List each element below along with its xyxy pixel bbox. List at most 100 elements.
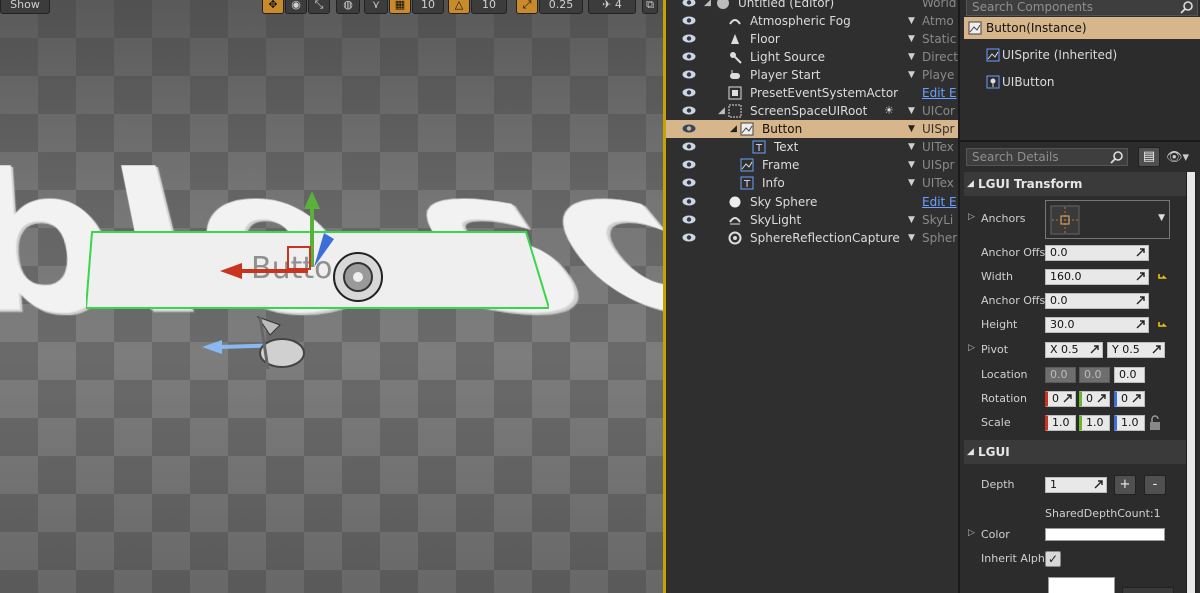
lgui-transform-section-header[interactable]: ◢ LGUI Transform [964,172,1188,196]
height-field[interactable]: 30.0 [1045,317,1149,333]
image-preview-thumbnail[interactable] [1048,577,1115,593]
search-components-input[interactable]: Search Components [966,0,1198,16]
scale-snap-icon[interactable]: ⤢ [516,0,538,14]
depth-decrease-button[interactable]: - [1144,475,1166,495]
lock-icon[interactable] [1149,415,1161,431]
scale-y-field[interactable]: 1.0 [1079,415,1110,431]
expand-arrow-icon[interactable]: ▷ [968,343,975,353]
outliner-row-screen-space-ui-root[interactable]: ◢ ScreenSpaceUIRoot ☀ ▼ UICor [666,102,958,120]
world-local-icon[interactable]: ◍ [336,0,360,14]
row-dropdown-arrow-icon[interactable]: ▼ [908,138,915,156]
grid-snap-value[interactable]: 10 [412,0,444,14]
camera-speed-button[interactable]: ✈ 4 [588,0,636,14]
show-button[interactable]: Show [0,0,50,14]
surface-snap-icon[interactable]: ⋎ [364,0,388,14]
row-dropdown-arrow-icon[interactable]: ▼ [908,156,915,174]
visibility-eye-icon[interactable] [682,16,696,25]
maximize-viewport-icon[interactable]: ⧉ [642,0,658,14]
outliner-row-sky-sphere[interactable]: Sky Sphere Edit E [666,193,958,211]
visibility-eye-icon[interactable] [682,0,696,7]
visibility-eye-icon[interactable] [682,233,696,242]
outliner-row-frame[interactable]: Frame ▼ UISpr [666,156,958,174]
visibility-eye-icon[interactable] [682,142,696,151]
reset-to-default-icon[interactable] [1157,272,1167,282]
rotation-snap-icon[interactable]: △ [448,0,470,14]
location-y-field[interactable]: 0.0 [1079,367,1110,383]
edit-blueprint-link[interactable]: Edit E [922,193,958,211]
outliner-row-skylight[interactable]: SkyLight ▼ SkyLi [666,211,958,229]
row-dropdown-arrow-icon[interactable]: ▼ [908,174,915,192]
outliner-row-player-start[interactable]: Player Start ▼ Playe [666,66,958,84]
collapse-arrow-icon[interactable]: ◢ [730,120,737,138]
visibility-eye-icon[interactable] [682,106,696,115]
rotation-z-field[interactable]: 0 [1114,391,1145,407]
details-scrollbar[interactable] [1186,172,1196,593]
rotation-snap-value[interactable]: 10 [471,0,507,14]
outliner-row-atmospheric-fog[interactable]: Atmospheric Fog ▼ Atmo [666,12,958,30]
scrollbar-thumb[interactable] [1187,172,1195,593]
color-swatch[interactable] [1045,528,1165,541]
reset-to-default-icon[interactable] [1157,320,1167,330]
component-uibutton[interactable]: UIButton [964,71,1200,93]
property-matrix-icon[interactable]: ▤ [1138,147,1160,167]
browse-button[interactable] [1122,587,1174,593]
inherit-alpha-checkbox[interactable]: ✓ [1045,551,1061,567]
row-dropdown-arrow-icon[interactable]: ▼ [908,12,915,30]
component-button-instance[interactable]: Button(Instance) [964,17,1200,39]
search-details-input[interactable]: Search Details [966,148,1128,166]
rotate-mode-icon[interactable]: ◉ [285,0,307,14]
scale-snap-value[interactable]: 0.25 [539,0,583,14]
visibility-eye-icon[interactable] [682,160,696,169]
scale-mode-icon[interactable]: ⤡ [308,0,330,14]
outliner-row-floor[interactable]: Floor ▼ Static [666,30,958,48]
outliner-row-world[interactable]: ◢ Untitled (Editor) World [666,0,958,12]
row-dropdown-arrow-icon[interactable]: ▼ [908,120,915,138]
pivot-x-field[interactable]: X 0.5 [1045,342,1103,358]
outliner-row-sphere-reflection-capture[interactable]: SphereReflectionCapture ▼ Spher [666,229,958,247]
level-viewport[interactable]: Show ✥ ◉ ⤡ ◍ ⋎ ▦ 10 △ 10 ⤢ 0.25 ✈ 4 ⧉ bl… [0,0,663,593]
visibility-eye-icon[interactable] [682,88,696,97]
view-options-eye-icon[interactable]: 👁▾ [1166,150,1189,165]
anchors-preset-picker[interactable]: ▼ [1045,200,1170,239]
row-dropdown-arrow-icon[interactable]: ▼ [908,102,915,120]
outliner-row-preset-event-system[interactable]: PresetEventSystemActor Edit E [666,84,958,102]
width-field[interactable]: 160.0 [1045,269,1149,285]
anchor-offset-y-field[interactable]: 0.0 [1045,293,1149,309]
visibility-eye-icon[interactable] [682,34,696,43]
component-uisprite-inherited[interactable]: UISprite (Inherited) [964,44,1200,66]
row-dropdown-arrow-icon[interactable]: ▼ [908,30,915,48]
visibility-eye-icon[interactable] [682,52,696,61]
location-z-field[interactable]: 0.0 [1114,367,1145,383]
edit-blueprint-link[interactable]: Edit E [922,84,958,102]
scale-x-field[interactable]: 1.0 [1045,415,1076,431]
visibility-eye-icon[interactable] [682,70,696,79]
visibility-eye-icon[interactable] [682,178,696,187]
visibility-eye-icon[interactable] [682,215,696,224]
row-dropdown-arrow-icon[interactable]: ▼ [908,66,915,84]
outliner-row-light-source[interactable]: Light Source ▼ Direct [666,48,958,66]
depth-increase-button[interactable]: + [1114,475,1136,495]
row-dropdown-arrow-icon[interactable]: ▼ [908,229,915,247]
lgui-section-header[interactable]: ◢ LGUI [964,440,1188,464]
collapse-arrow-icon[interactable]: ◢ [704,0,711,12]
pivot-y-field[interactable]: Y 0.5 [1107,342,1165,358]
translate-mode-icon[interactable]: ✥ [262,0,284,14]
scale-z-field[interactable]: 1.0 [1114,415,1145,431]
collapse-arrow-icon[interactable]: ◢ [718,102,725,120]
depth-field[interactable]: 1 [1045,477,1107,493]
outliner-row-button[interactable]: ◢ Button ▼ UISpr [666,120,958,138]
row-dropdown-arrow-icon[interactable]: ▼ [908,211,915,229]
visibility-eye-icon[interactable] [682,197,696,206]
splitter[interactable] [960,140,1200,142]
rotation-x-field[interactable]: 0 [1045,391,1076,407]
anchor-offset-x-field[interactable]: 0.0 [1045,245,1149,261]
row-dropdown-arrow-icon[interactable]: ▼ [908,48,915,66]
transform-gizmo-icon[interactable] [200,185,400,385]
outliner-row-text[interactable]: T Text ▼ UITex [666,138,958,156]
outliner-row-info[interactable]: T Info ▼ UITex [666,174,958,192]
location-x-field[interactable]: 0.0 [1045,367,1076,383]
expand-arrow-icon[interactable]: ▷ [968,528,975,538]
rotation-y-field[interactable]: 0 [1079,391,1110,407]
expand-arrow-icon[interactable]: ▷ [968,212,975,222]
grid-snap-icon[interactable]: ▦ [389,0,411,14]
